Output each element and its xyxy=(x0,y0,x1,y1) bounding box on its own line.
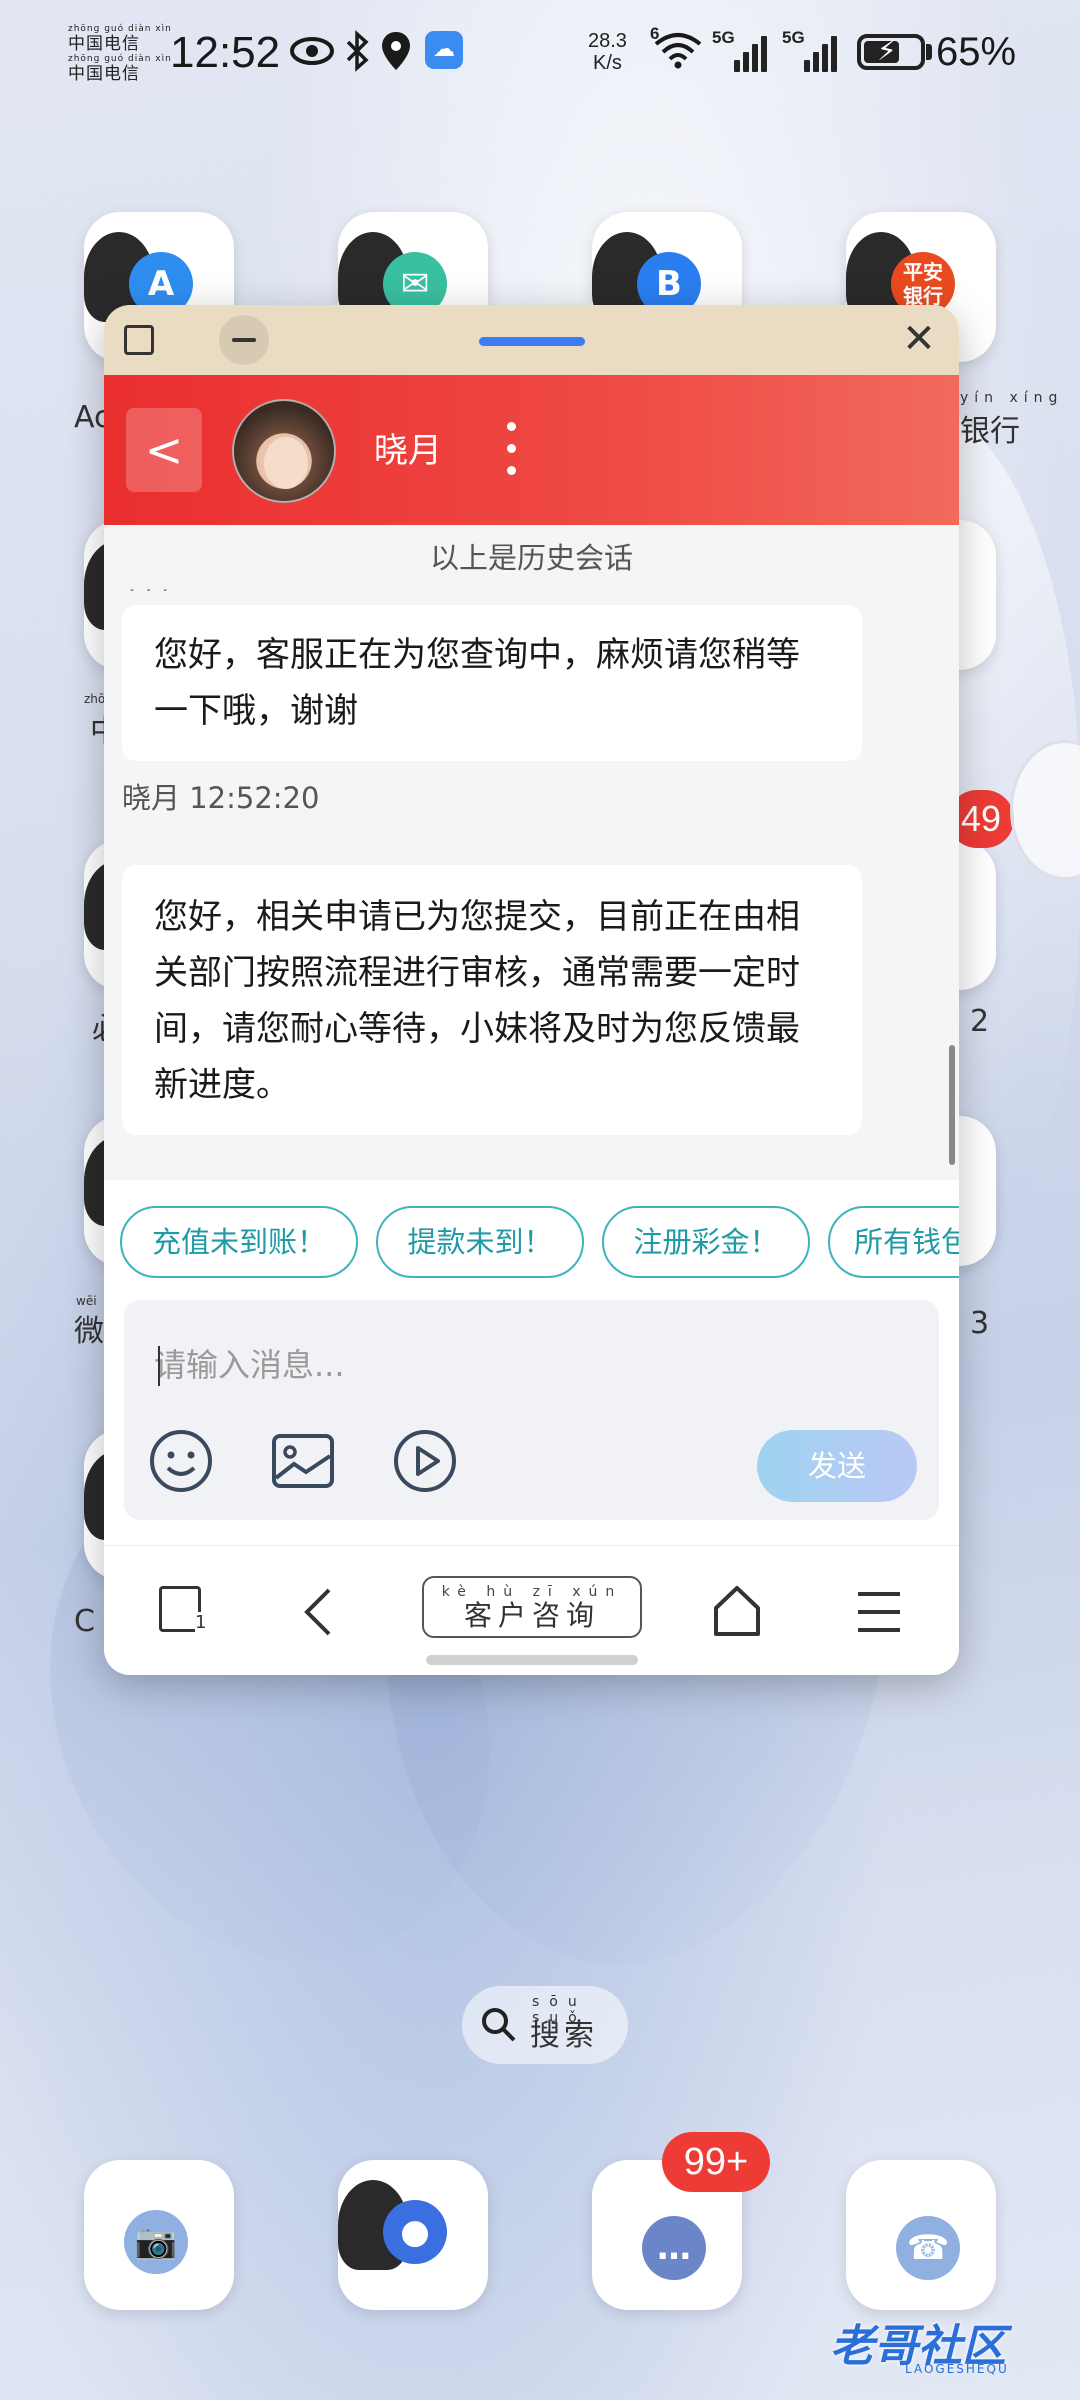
message-timestamp-clipped: · · · xyxy=(128,577,188,591)
status-bar: zhōng guó diàn xìn 中国电信 zhōng guó diàn x… xyxy=(0,0,1080,110)
message-input[interactable] xyxy=(154,1340,754,1390)
chat-messages[interactable]: 以上是历史会话 · · · 您好，客服正在为您查询中，麻烦请您稍等一下哦，谢谢 … xyxy=(104,525,959,1180)
eye-icon xyxy=(290,37,334,65)
consult-pinyin: kè hù zī xún xyxy=(441,1584,623,1600)
net-speed-value: 28.3 xyxy=(588,30,627,52)
tabs-icon[interactable]: 1 xyxy=(159,1582,209,1642)
carrier-info: zhōng guó diàn xìn 中国电信 zhōng guó diàn x… xyxy=(68,24,172,84)
window-home-indicator[interactable] xyxy=(426,1655,638,1665)
bluetooth-icon xyxy=(346,30,369,72)
signal-2-label: 5G xyxy=(782,28,805,47)
emoji-icon[interactable] xyxy=(148,1428,214,1494)
more-icon[interactable] xyxy=(496,420,526,480)
cloud-icon: ☁ xyxy=(425,31,463,69)
signal-1-label: 5G xyxy=(712,28,735,47)
clock: 12:52 xyxy=(170,28,281,77)
text-caret xyxy=(158,1346,160,1386)
image-icon[interactable] xyxy=(270,1428,336,1494)
dock-phone-icon[interactable]: ☎ xyxy=(846,2160,996,2310)
history-divider: 以上是历史会话 xyxy=(429,541,633,575)
window-title-bar[interactable]: ✕ xyxy=(104,305,959,375)
customer-consult-button[interactable]: kè hù zī xún 客户咨询 xyxy=(422,1576,642,1638)
bank-label: 银行 xyxy=(960,414,1020,449)
quick-reply-button[interactable]: 充值未到账！ xyxy=(120,1206,358,1278)
dock-camera-icon[interactable]: 📷 xyxy=(84,2160,234,2310)
carrier-pinyin-2: zhōng guó diàn xìn xyxy=(68,54,172,64)
window-drag-handle[interactable] xyxy=(479,337,585,346)
wifi-icon: 6 xyxy=(650,24,706,70)
network-speed: 28.3 K/s xyxy=(588,30,627,74)
carrier-pinyin: zhōng guó diàn xìn xyxy=(68,24,172,34)
send-button[interactable]: 发送 xyxy=(757,1430,917,1502)
battery-icon: ⚡ xyxy=(857,34,925,70)
video-icon[interactable] xyxy=(392,1428,458,1494)
battery-cap xyxy=(926,44,932,60)
app-label-right-2: 2 xyxy=(970,1004,990,1039)
consult-label: 客户咨询 xyxy=(463,1599,600,1632)
bank-label-pinyin: yín xíng xyxy=(960,390,1064,406)
carrier-name-2: 中国电信 xyxy=(68,64,140,84)
back-nav-icon[interactable] xyxy=(299,1582,339,1642)
app-label-right-3: 3 xyxy=(970,1306,990,1341)
quick-reply-button[interactable]: 提款未到！ xyxy=(376,1206,584,1278)
watermark-subtitle: LAOGESHEQU xyxy=(905,2362,1009,2376)
floating-window: ✕ < 晓月 以上是历史会话 · · · 您好，客服正在为您查询中，麻烦请您稍等… xyxy=(104,305,959,1675)
location-icon xyxy=(382,32,410,70)
close-icon[interactable]: ✕ xyxy=(897,317,941,361)
agent-name: 晓月 xyxy=(374,431,442,471)
dock-browser-icon[interactable]: ● xyxy=(338,2160,488,2310)
quick-reply-button[interactable]: 注册彩金！ xyxy=(602,1206,810,1278)
dock-notification-badge: 99+ xyxy=(662,2132,770,2192)
window-minimize-button[interactable] xyxy=(219,315,269,365)
menu-icon[interactable] xyxy=(854,1582,904,1642)
message-bubble[interactable]: 您好，相关申请已为您提交，目前正在由相关部门按照流程进行审核，通常需要一定时间，… xyxy=(122,865,862,1135)
net-speed-unit: K/s xyxy=(593,52,622,74)
message-sender-time: 晓月 12:52:20 xyxy=(122,781,320,815)
home-search-button[interactable]: sōu suǒ 搜索 xyxy=(462,1986,628,2064)
back-icon[interactable]: < xyxy=(126,408,202,492)
signal-icon-2: 5G xyxy=(782,28,840,72)
quick-reply-bar[interactable]: 充值未到账！ 提款未到！ 注册彩金！ 所有钱包 xyxy=(104,1180,959,1290)
battery-percent: 65% xyxy=(936,30,1017,74)
search-label: 搜索 xyxy=(530,2018,598,2053)
tab-count: 1 xyxy=(195,1612,207,1633)
carrier-name: 中国电信 xyxy=(68,34,140,54)
search-icon xyxy=(482,2008,516,2042)
app-label-bottom-left: C xyxy=(74,1604,95,1639)
quick-reply-button[interactable]: 所有钱包 xyxy=(828,1206,959,1278)
wechat-label: 微 xyxy=(74,1314,104,1349)
message-composer: 发送 xyxy=(124,1300,939,1520)
avatar[interactable] xyxy=(232,399,336,503)
home-icon[interactable] xyxy=(712,1582,762,1642)
message-bubble[interactable]: 您好，客服正在为您查询中，麻烦请您稍等一下哦，谢谢 xyxy=(122,605,862,761)
window-maximize-button[interactable] xyxy=(124,325,154,355)
chat-header: < 晓月 xyxy=(104,375,959,525)
signal-icon: 5G xyxy=(712,28,770,72)
scrollbar[interactable] xyxy=(949,1045,955,1165)
